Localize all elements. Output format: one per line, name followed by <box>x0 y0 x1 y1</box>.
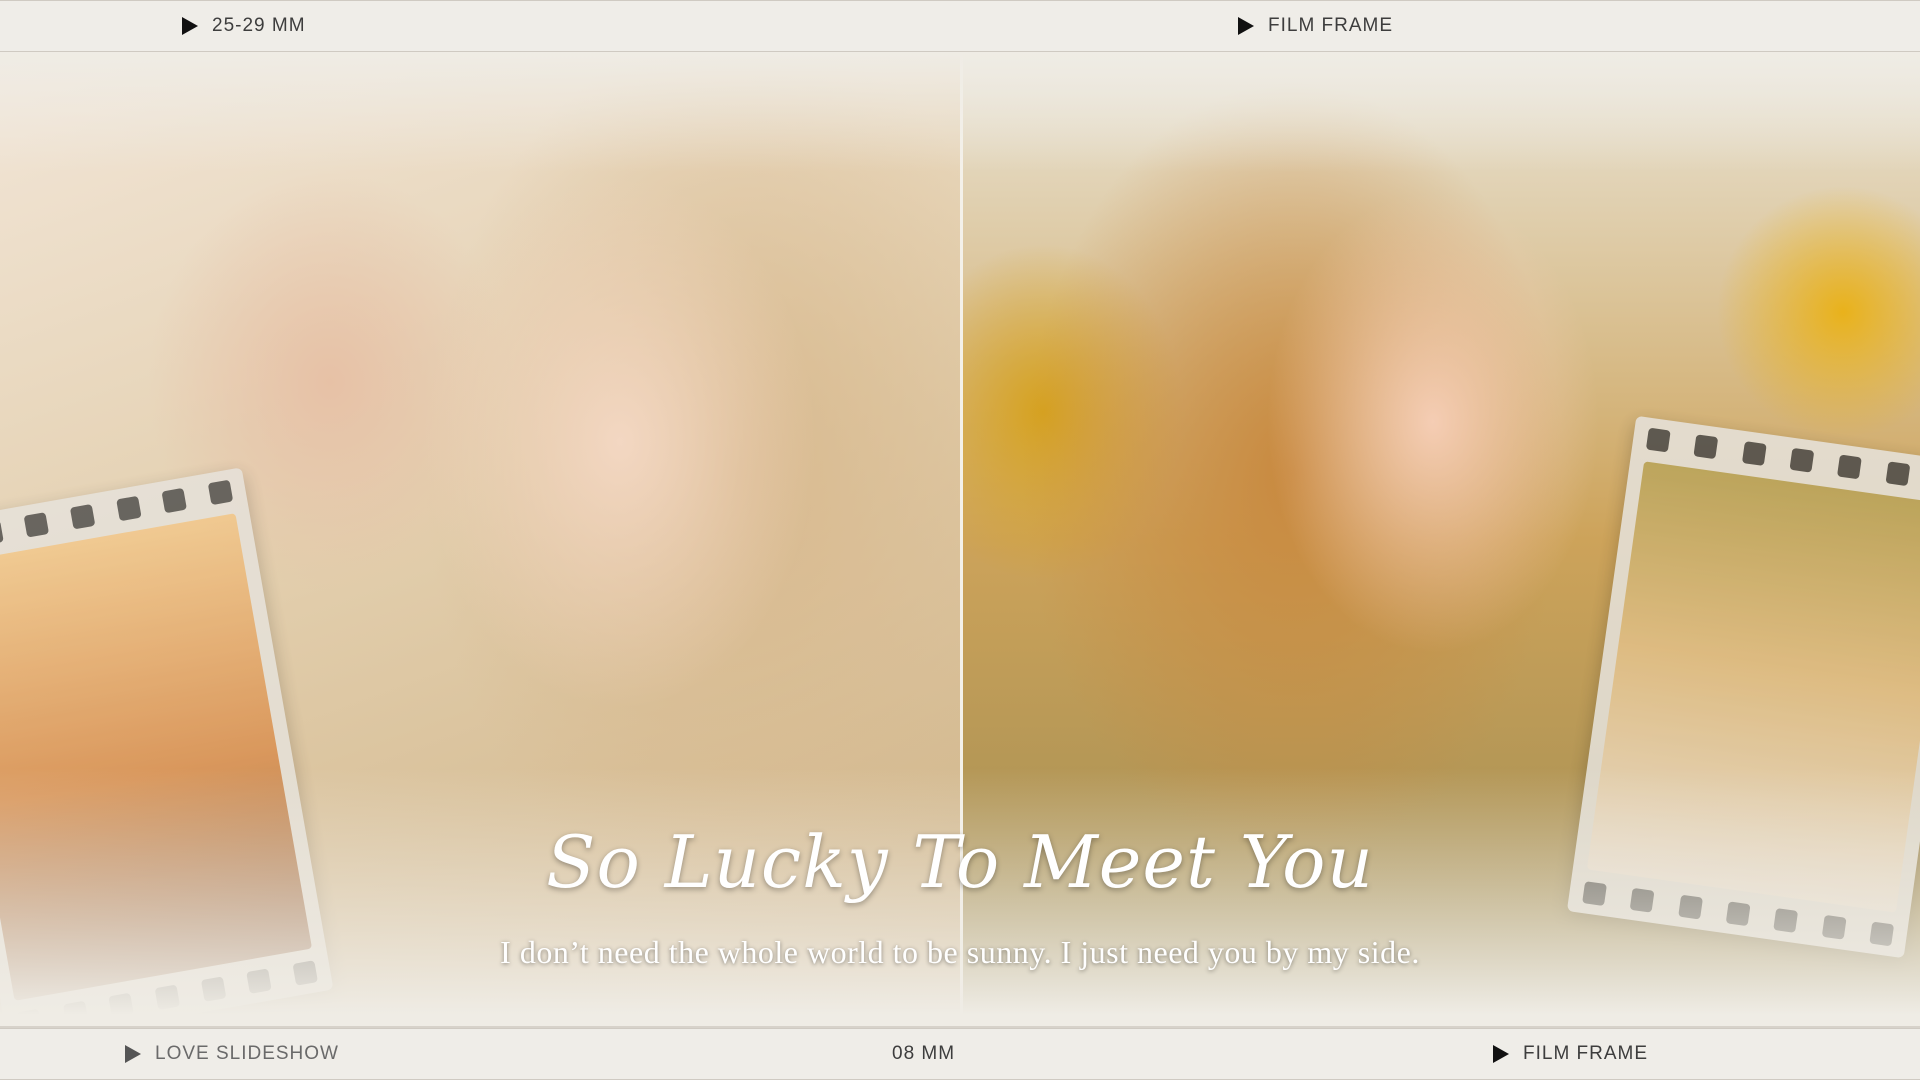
play-icon <box>1238 17 1254 35</box>
play-icon <box>1493 1045 1509 1063</box>
top-film-bar: 25-29 MM FILM FRAME <box>0 0 1920 54</box>
top-right-label-text: FILM FRAME <box>1268 15 1394 36</box>
bottom-right-frame-label: FILM FRAME <box>1493 1043 1648 1065</box>
top-left-frame-label: 25-29 MM <box>182 15 306 37</box>
bottom-center-label-text: 08 MM <box>892 1043 956 1064</box>
bottom-film-bar: LOVE SLIDESHOW 08 MM FILM FRAME <box>0 1026 1920 1080</box>
play-icon <box>182 17 198 35</box>
bottom-right-label-text: FILM FRAME <box>1523 1043 1649 1064</box>
bottom-left-label-text: LOVE SLIDESHOW <box>155 1043 339 1064</box>
top-left-label-text: 25-29 MM <box>212 15 306 36</box>
bottom-left-frame-label: LOVE SLIDESHOW <box>125 1043 339 1065</box>
top-right-frame-label: FILM FRAME <box>1238 15 1393 37</box>
slide-subtitle: I don’t need the whole world to be sunny… <box>500 934 1420 970</box>
slide-title: So Lucky To Meet You <box>546 820 1374 904</box>
bottom-center-frame-label: 08 MM <box>892 1043 955 1065</box>
play-icon <box>125 1045 141 1063</box>
